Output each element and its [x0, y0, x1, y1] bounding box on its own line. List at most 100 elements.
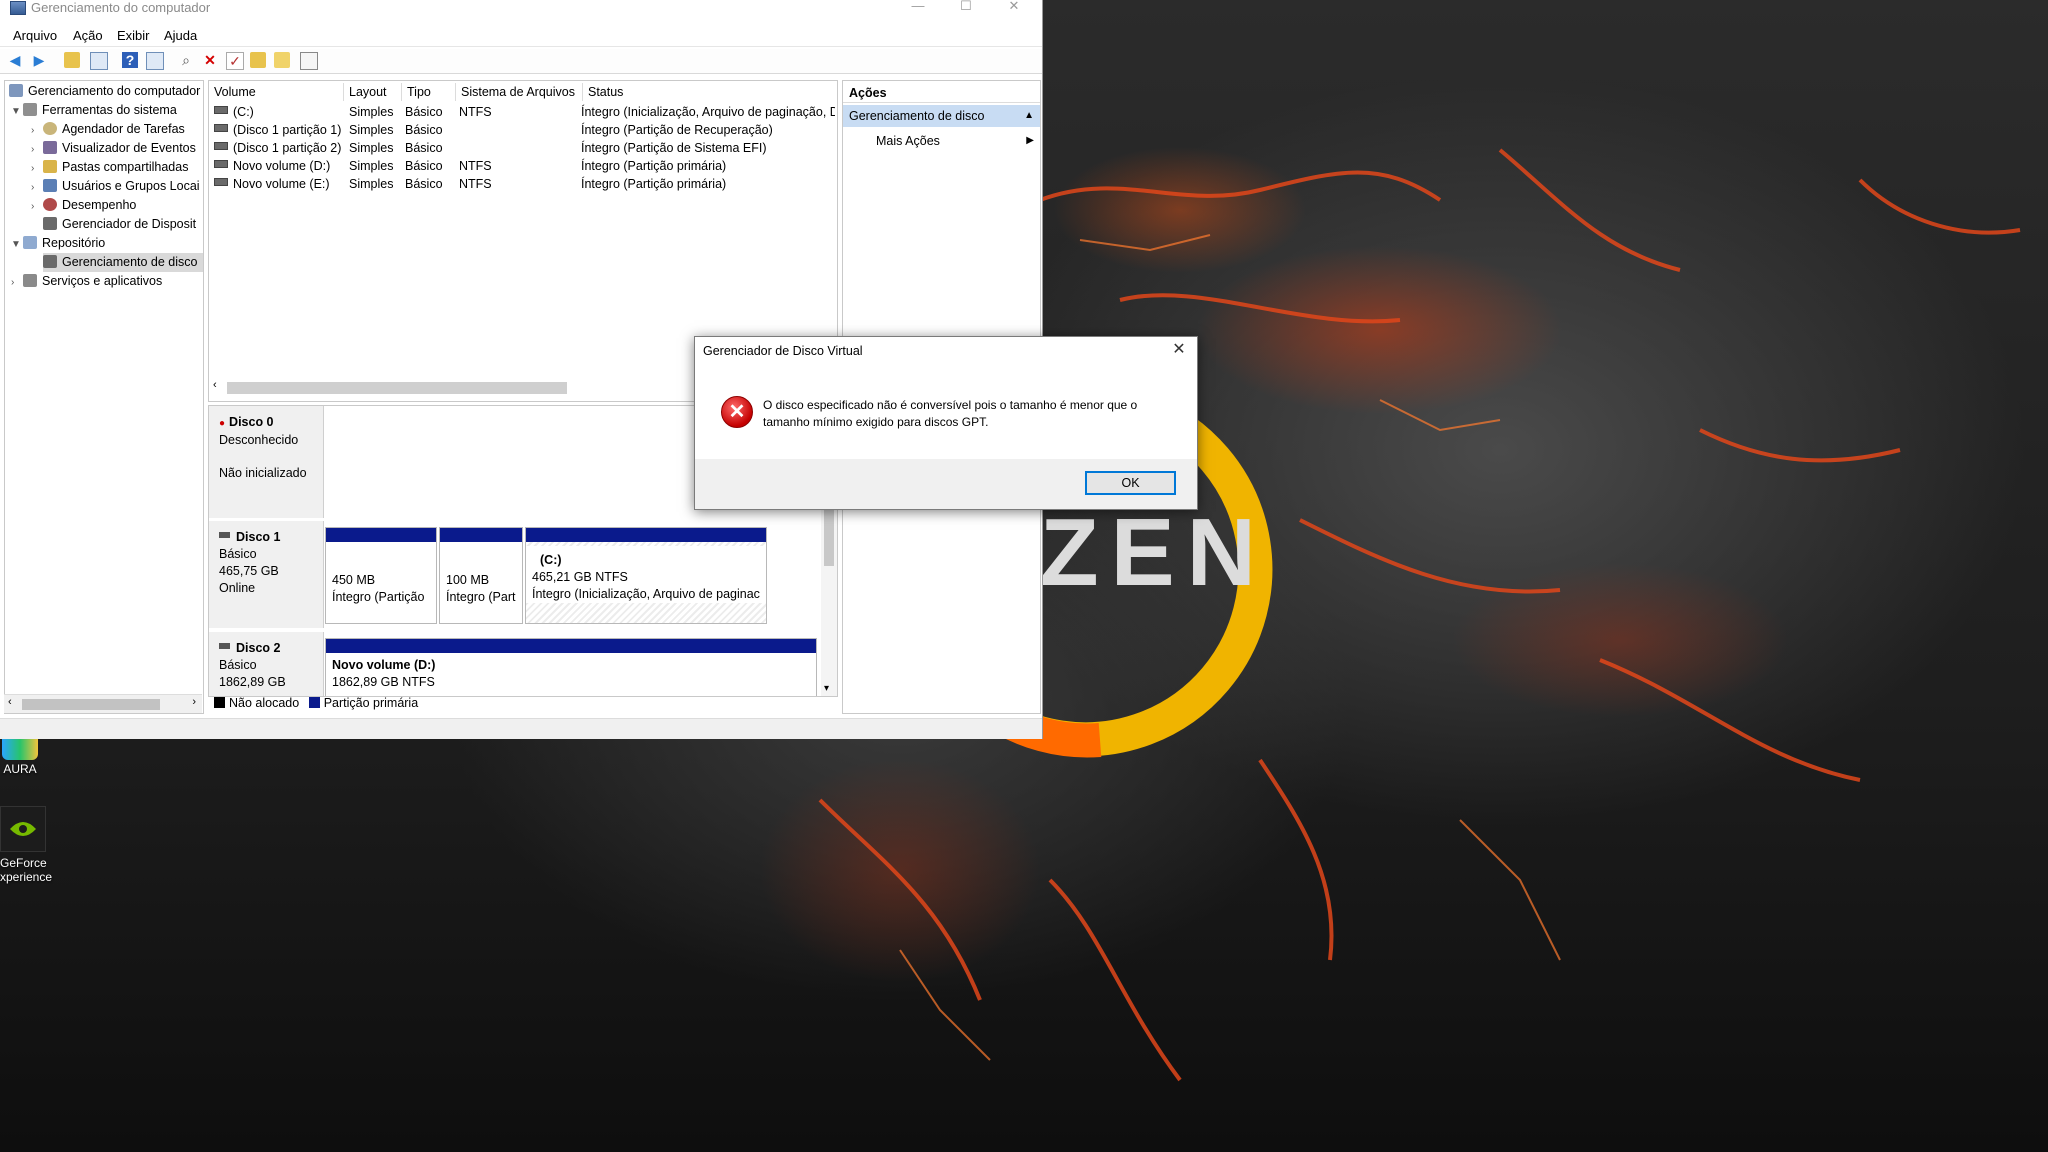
menu-ajuda[interactable]: Ajuda	[164, 28, 197, 43]
scrollbar-thumb[interactable]	[22, 699, 160, 710]
chevron-right-icon[interactable]: ›	[31, 197, 43, 216]
tree-item-system-tools[interactable]: ▼ Ferramentas do sistema	[11, 101, 177, 120]
chevron-right-icon[interactable]: ›	[31, 178, 43, 197]
legend-unallocated: Não alocado	[229, 696, 300, 710]
table-row[interactable]: Novo volume (D:) Simples Básico NTFS Ínt…	[209, 157, 837, 175]
column-header-tipo[interactable]: Tipo	[402, 83, 456, 101]
disk-0-label[interactable]: ● Disco 0 Desconhecido Não inicializado	[209, 406, 324, 518]
scroll-right-icon[interactable]: ›	[192, 696, 196, 708]
scrollbar-thumb[interactable]	[824, 506, 834, 566]
title-bar[interactable]: Gerenciamento do computador — ☐ ✕	[0, 0, 1042, 18]
desktop-icon-label: AURA	[3, 762, 37, 776]
actions-group-disk-management[interactable]: Gerenciamento de disco ▲	[843, 105, 1040, 127]
tree-item-device-manager[interactable]: Gerenciador de Disposit	[43, 215, 196, 234]
primary-partition-swatch	[308, 697, 320, 708]
help-icon[interactable]: ?	[122, 52, 138, 68]
disk-type: Básico	[219, 547, 257, 561]
desktop-icon-geforce-experience[interactable]: GeForce xperience	[0, 806, 60, 884]
folder-open-icon[interactable]	[274, 52, 290, 68]
tree-item-task-scheduler[interactable]: › Agendador de Tarefas	[31, 120, 185, 139]
scroll-left-icon[interactable]: ‹	[8, 696, 12, 708]
cell-tipo: Básico	[405, 105, 443, 119]
table-row[interactable]: (Disco 1 partição 2) Simples Básico Ínte…	[209, 139, 837, 157]
tree-item-storage[interactable]: ▼ Repositório	[11, 234, 105, 253]
table-row[interactable]: (C:) Simples Básico NTFS Íntegro (Inicia…	[209, 103, 837, 121]
partition-size: 1862,89 GB NTFS	[332, 675, 435, 689]
checklist-icon[interactable]: ✓	[226, 52, 244, 70]
partition-d[interactable]: Novo volume (D:) 1862,89 GB NTFS	[325, 638, 817, 696]
tree-item-performance[interactable]: › Desempenho	[31, 196, 136, 215]
back-arrow-icon[interactable]: ◀	[7, 52, 23, 68]
folder-new-icon[interactable]	[250, 52, 266, 68]
delete-icon[interactable]: ✕	[202, 52, 218, 68]
up-folder-icon[interactable]	[64, 52, 80, 68]
tree-item-root[interactable]: Gerenciamento do computador	[9, 82, 200, 101]
cell-volume: Novo volume (D:)	[233, 159, 331, 173]
tree-horizontal-scrollbar[interactable]: ‹ ›	[4, 694, 202, 713]
partition-name: Novo volume (D:)	[332, 658, 436, 672]
volume-icon	[214, 178, 228, 186]
tree-item-label: Visualizador de Eventos	[62, 141, 196, 155]
tree-item-disk-management[interactable]: Gerenciamento de disco	[43, 253, 203, 272]
storage-icon	[23, 236, 37, 249]
scroll-down-icon[interactable]: ▾	[824, 683, 829, 694]
tree-item-label: Agendador de Tarefas	[62, 122, 185, 136]
tree-item-shared-folders[interactable]: › Pastas compartilhadas	[31, 158, 188, 177]
volume-icon	[214, 106, 228, 114]
disk-size: 1862,89 GB	[219, 675, 286, 689]
more-actions[interactable]: Mais Ações ▶	[843, 131, 1040, 151]
column-header-volume[interactable]: Volume	[209, 83, 344, 101]
chevron-right-icon[interactable]: ›	[31, 140, 43, 159]
partition-bar	[526, 528, 766, 542]
forward-arrow-icon[interactable]: ▶	[31, 52, 47, 68]
device-manager-icon	[43, 217, 57, 230]
partition-c[interactable]: (C:) 465,21 GB NTFS Íntegro (Inicializaç…	[525, 527, 767, 624]
connect-icon[interactable]: ⌕	[178, 52, 194, 68]
view-icon[interactable]	[300, 52, 318, 70]
scroll-left-icon[interactable]: ‹	[213, 379, 217, 391]
column-header-status[interactable]: Status	[583, 83, 837, 101]
properties-icon[interactable]	[146, 52, 164, 70]
desktop-icon-aura[interactable]: AURA	[0, 736, 40, 776]
show-hide-tree-icon[interactable]	[90, 52, 108, 70]
chevron-down-icon[interactable]: ▼	[11, 102, 23, 121]
disk-2-label[interactable]: Disco 2 Básico 1862,89 GB	[209, 632, 324, 696]
collapse-up-icon[interactable]: ▲	[1024, 105, 1034, 127]
chevron-right-icon[interactable]: ›	[11, 273, 23, 292]
tree-item-event-viewer[interactable]: › Visualizador de Eventos	[31, 139, 196, 158]
maximize-button[interactable]: ☐	[944, 0, 988, 16]
menu-exibir[interactable]: Exibir	[117, 28, 150, 43]
column-header-filesystem[interactable]: Sistema de Arquivos	[456, 83, 583, 101]
partition-status: Íntegro (Part	[446, 590, 516, 604]
virtual-disk-manager-dialog: Gerenciador de Disco Virtual ✕ ✕ O disco…	[694, 336, 1198, 510]
disk-1-label[interactable]: Disco 1 Básico 465,75 GB Online	[209, 521, 324, 628]
window-title: Gerenciamento do computador	[31, 0, 211, 15]
chevron-right-icon[interactable]: ›	[31, 121, 43, 140]
menu-arquivo[interactable]: Arquivo	[13, 28, 57, 43]
minimize-button[interactable]: —	[896, 0, 940, 16]
close-window-button[interactable]: ✕	[992, 0, 1036, 16]
column-header-layout[interactable]: Layout	[344, 83, 402, 101]
menu-acao[interactable]: Ação	[73, 28, 103, 43]
partition-recovery[interactable]: 450 MB Íntegro (Partição	[325, 527, 437, 624]
menu-bar: Arquivo Ação Exibir Ajuda	[0, 26, 1042, 47]
chevron-right-icon[interactable]: ›	[31, 159, 43, 178]
computer-management-icon	[10, 1, 26, 15]
table-row[interactable]: Novo volume (E:) Simples Básico NTFS Ínt…	[209, 175, 837, 193]
cell-status: Íntegro (Inicialização, Arquivo de pagin…	[581, 105, 835, 119]
table-row[interactable]: (Disco 1 partição 1) Simples Básico Ínte…	[209, 121, 837, 139]
partition-efi[interactable]: 100 MB Íntegro (Part	[439, 527, 523, 624]
cell-status: Íntegro (Partição primária)	[581, 159, 727, 173]
disk-legend: Não alocado Partição primária	[208, 694, 836, 712]
disk-name: Disco 0	[229, 415, 274, 429]
dialog-close-button[interactable]: ✕	[1169, 339, 1189, 359]
cell-layout: Simples	[349, 141, 394, 155]
chevron-down-icon[interactable]: ▼	[11, 235, 23, 254]
dialog-message: O disco especificado não é conversível p…	[763, 398, 1138, 429]
tree-item-local-users[interactable]: › Usuários e Grupos Locai	[31, 177, 200, 196]
ok-button[interactable]: OK	[1085, 471, 1176, 495]
scrollbar-thumb[interactable]	[227, 382, 567, 394]
cell-tipo: Básico	[405, 141, 443, 155]
tree-item-label: Gerenciador de Disposit	[62, 217, 197, 231]
tree-item-services-apps[interactable]: › Serviços e aplicativos	[11, 272, 162, 291]
